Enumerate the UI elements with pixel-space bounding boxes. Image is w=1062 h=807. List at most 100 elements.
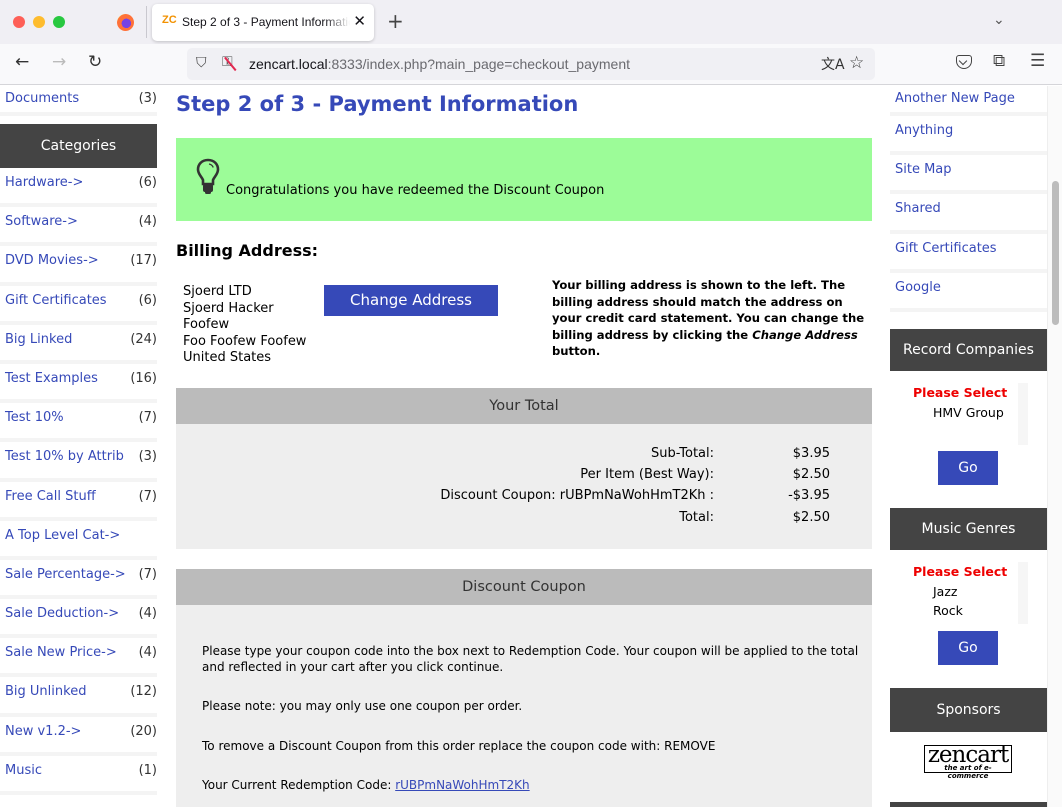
- current-code-link[interactable]: rUBPmNaWohHmT2Kh: [395, 778, 529, 792]
- tab-list-chevron-icon[interactable]: ⌄: [993, 12, 1005, 28]
- sidebar-category-item[interactable]: Hardware-> (6): [0, 168, 157, 208]
- success-message-text: Congratulations you have redeemed the Di…: [226, 183, 605, 198]
- billing-address: Sjoerd LTD Sjoerd Hacker Foofew Foo Foofew …: [183, 284, 306, 367]
- category-count: (7): [138, 488, 157, 504]
- sidebar-category-item[interactable]: Software-> (4): [0, 207, 157, 247]
- address-line: Foofew: [183, 317, 230, 332]
- sidebar-category-item[interactable]: DVD Movies-> (17): [0, 246, 157, 286]
- maximize-window-button[interactable]: [53, 16, 65, 28]
- current-redemption-code: Your Current Redemption Code: rUBPmNaWoh…: [202, 777, 870, 793]
- sidebar-category-item[interactable]: New v1.2-> (20): [0, 717, 157, 756]
- info-link-item[interactable]: Anything: [890, 116, 1047, 156]
- music-genres-go-button[interactable]: Go: [938, 631, 998, 665]
- sponsors-box: Sponsors zencart the art of e-commerce: [890, 688, 1047, 807]
- sidebar-category-item[interactable]: A Top Level Cat->: [0, 521, 157, 560]
- category-count: (4): [138, 214, 157, 230]
- category-label: Sale New Price->: [5, 645, 117, 661]
- sidebar-category-item[interactable]: Free Call Stuff (7): [0, 482, 157, 521]
- sidebar-category-item[interactable]: Sale Percentage-> (7): [0, 560, 157, 600]
- forward-arrow-icon[interactable]: →: [52, 52, 66, 72]
- current-code-label: Your Current Redemption Code:: [202, 778, 396, 792]
- info-link-label: Anything: [895, 123, 954, 138]
- record-companies-select[interactable]: Please Select HMV Group: [904, 383, 1028, 445]
- category-count: (7): [138, 566, 157, 582]
- sidebar-category-item[interactable]: Sale Deduction-> (4): [0, 599, 157, 639]
- category-label: Test 10% by Attrib: [5, 449, 124, 465]
- sidebar-category-item[interactable]: Gift Certificates (6): [0, 286, 157, 325]
- your-total-heading: Your Total: [176, 388, 872, 424]
- scrollbar-thumb[interactable]: [1052, 181, 1059, 325]
- pocket-icon[interactable]: [956, 55, 972, 69]
- music-genres-select[interactable]: Please Select Jazz Rock: [904, 562, 1028, 624]
- logo-wordmark: zencart: [927, 742, 1009, 768]
- category-count: (7): [138, 410, 157, 426]
- close-tab-icon[interactable]: ✕: [353, 12, 366, 30]
- total-value: $2.50: [792, 510, 830, 525]
- categories-list: Hardware-> (6) Software-> (4) DVD Movies-> (1…: [0, 168, 157, 795]
- sidebar-category-item[interactable]: Sale New Price-> (4): [0, 638, 157, 678]
- address-bar[interactable]: ⛉ ⚿ zencart.local:8333/index.php?main_pa…: [187, 48, 875, 80]
- select-option[interactable]: HMV Group: [904, 403, 1018, 423]
- extensions-puzzle-icon[interactable]: ⧉: [993, 51, 1005, 71]
- category-label: Big Unlinked: [5, 684, 87, 700]
- category-count: (3): [138, 449, 157, 465]
- zencart-sponsor-logo[interactable]: zencart the art of e-commerce: [924, 742, 1012, 780]
- firefox-icon: [117, 14, 134, 31]
- insecure-lock-icon[interactable]: ⚿: [222, 54, 233, 70]
- sponsors-heading: Sponsors: [890, 688, 1047, 732]
- zencart-favicon-icon: ZC: [162, 14, 177, 26]
- total-value: $2.50: [792, 467, 830, 482]
- sidebar-category-item[interactable]: Test 10% (7): [0, 403, 157, 443]
- select-option[interactable]: Jazz: [904, 582, 1018, 602]
- sidebar-item-label: Documents: [5, 91, 80, 106]
- back-arrow-icon[interactable]: ←: [15, 52, 29, 72]
- select-option-placeholder[interactable]: Please Select: [904, 562, 1018, 582]
- browser-tab-active[interactable]: ZC Step 2 of 3 - Payment Information ✕: [152, 4, 374, 41]
- note-text-emphasis: Change Address: [752, 327, 858, 342]
- url-host: zencart.local: [249, 56, 328, 72]
- address-line: Sjoerd Hacker: [183, 300, 274, 316]
- info-link-item[interactable]: Shared: [890, 194, 1047, 234]
- info-link-item[interactable]: Gift Certificates: [890, 234, 1047, 273]
- info-link-item[interactable]: Another New Page: [890, 86, 1047, 116]
- right-sidebar: Another New Page Anything Site Map Shared Gi…: [890, 86, 1047, 807]
- translate-icon[interactable]: 文A: [821, 54, 845, 74]
- total-label: Per Item (Best Way):: [580, 467, 714, 482]
- sidebar-category-item[interactable]: Music (1): [0, 756, 157, 795]
- category-label: Free Call Stuff: [5, 488, 96, 504]
- sidebar-item-documents[interactable]: Documents (3): [0, 86, 157, 116]
- info-link-label: Google: [895, 279, 941, 295]
- sidebar-category-item[interactable]: Test Examples (16): [0, 364, 157, 404]
- reload-icon[interactable]: ↻: [88, 52, 102, 72]
- category-label: Sale Percentage->: [5, 566, 126, 582]
- category-label: Gift Certificates: [5, 292, 107, 308]
- change-address-button[interactable]: Change Address: [324, 285, 498, 316]
- new-tab-button[interactable]: +: [387, 9, 404, 33]
- url-path: :8333/index.php?main_page=checkout_payme…: [327, 56, 630, 72]
- category-count: (4): [138, 606, 157, 622]
- tracking-shield-icon[interactable]: ⛉: [196, 55, 207, 71]
- hamburger-menu-icon[interactable]: ☰: [1030, 51, 1045, 71]
- page-viewport: Documents (3) Categories Hardware-> (6) So…: [0, 86, 1062, 807]
- sidebar-category-item[interactable]: Big Unlinked (12): [0, 677, 157, 717]
- coupon-remove-note: To remove a Discount Coupon from this or…: [202, 739, 716, 753]
- tab-separator: [146, 6, 147, 38]
- category-count: (24): [130, 331, 157, 347]
- note-text-2: button.: [552, 344, 601, 359]
- minimize-window-button[interactable]: [33, 16, 45, 28]
- info-link-item[interactable]: Google: [890, 273, 1047, 312]
- page-scrollbar[interactable]: [1047, 86, 1062, 807]
- info-link-item[interactable]: Site Map: [890, 155, 1047, 195]
- info-link-label: Gift Certificates: [895, 240, 997, 256]
- address-line: Foo Foofew Foofew: [183, 333, 307, 349]
- total-row: Discount Coupon: rUBPmNaWohHmT2Kh : -$3.9…: [176, 488, 872, 508]
- info-link-label: Shared: [895, 201, 941, 217]
- sidebar-category-item[interactable]: Test 10% by Attrib (3): [0, 442, 157, 482]
- close-window-button[interactable]: [13, 16, 25, 28]
- url-text[interactable]: zencart.local:8333/index.php?main_page=c…: [249, 56, 630, 72]
- sidebar-category-item[interactable]: Big Linked (24): [0, 325, 157, 364]
- select-option[interactable]: Rock: [904, 601, 1018, 621]
- bookmark-star-icon[interactable]: ☆: [849, 53, 864, 73]
- select-option-placeholder[interactable]: Please Select: [904, 383, 1018, 403]
- record-companies-go-button[interactable]: Go: [938, 451, 998, 485]
